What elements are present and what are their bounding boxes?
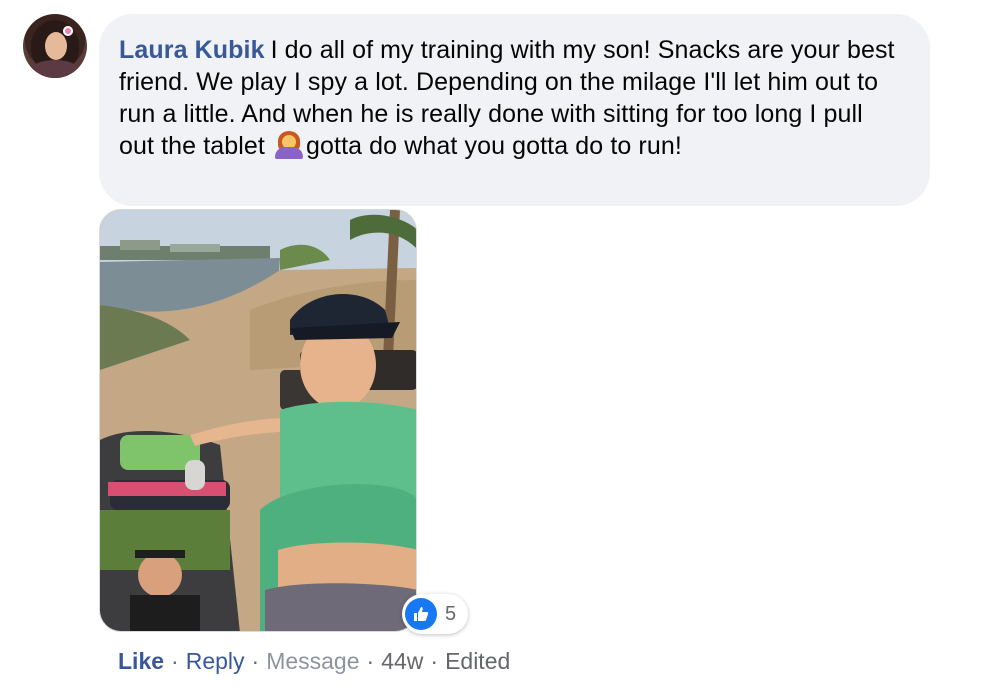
comment-photo[interactable] [99, 209, 417, 632]
separator: · [251, 648, 260, 674]
like-button[interactable]: Like [118, 647, 164, 675]
comment-author-name[interactable]: Laura Kubik [119, 36, 265, 64]
separator: · [430, 648, 439, 674]
avatar-flower [63, 26, 73, 36]
reaction-summary[interactable]: 5 [402, 594, 468, 634]
comment-actions: Like · Reply · Message · 44w · Edited [118, 647, 510, 675]
person-shrugging-emoji-icon [274, 131, 304, 159]
author-avatar[interactable] [23, 14, 87, 78]
thumbs-up-icon [405, 598, 437, 630]
avatar-face [45, 32, 67, 60]
edited-label[interactable]: Edited [445, 647, 510, 675]
message-button[interactable]: Message [266, 647, 359, 675]
separator: · [366, 648, 375, 674]
reply-button[interactable]: Reply [186, 647, 245, 675]
comment-bubble: Laura Kubik I do all of my training with … [99, 14, 930, 206]
comment-timestamp[interactable]: 44w [381, 647, 423, 675]
comment-text-part2: gotta do what you gotta do to run! [306, 132, 682, 160]
avatar-shirt [29, 60, 81, 78]
reaction-count: 5 [445, 602, 457, 625]
separator: · [171, 648, 179, 674]
comment-text: Laura Kubik I do all of my training with … [119, 34, 900, 162]
